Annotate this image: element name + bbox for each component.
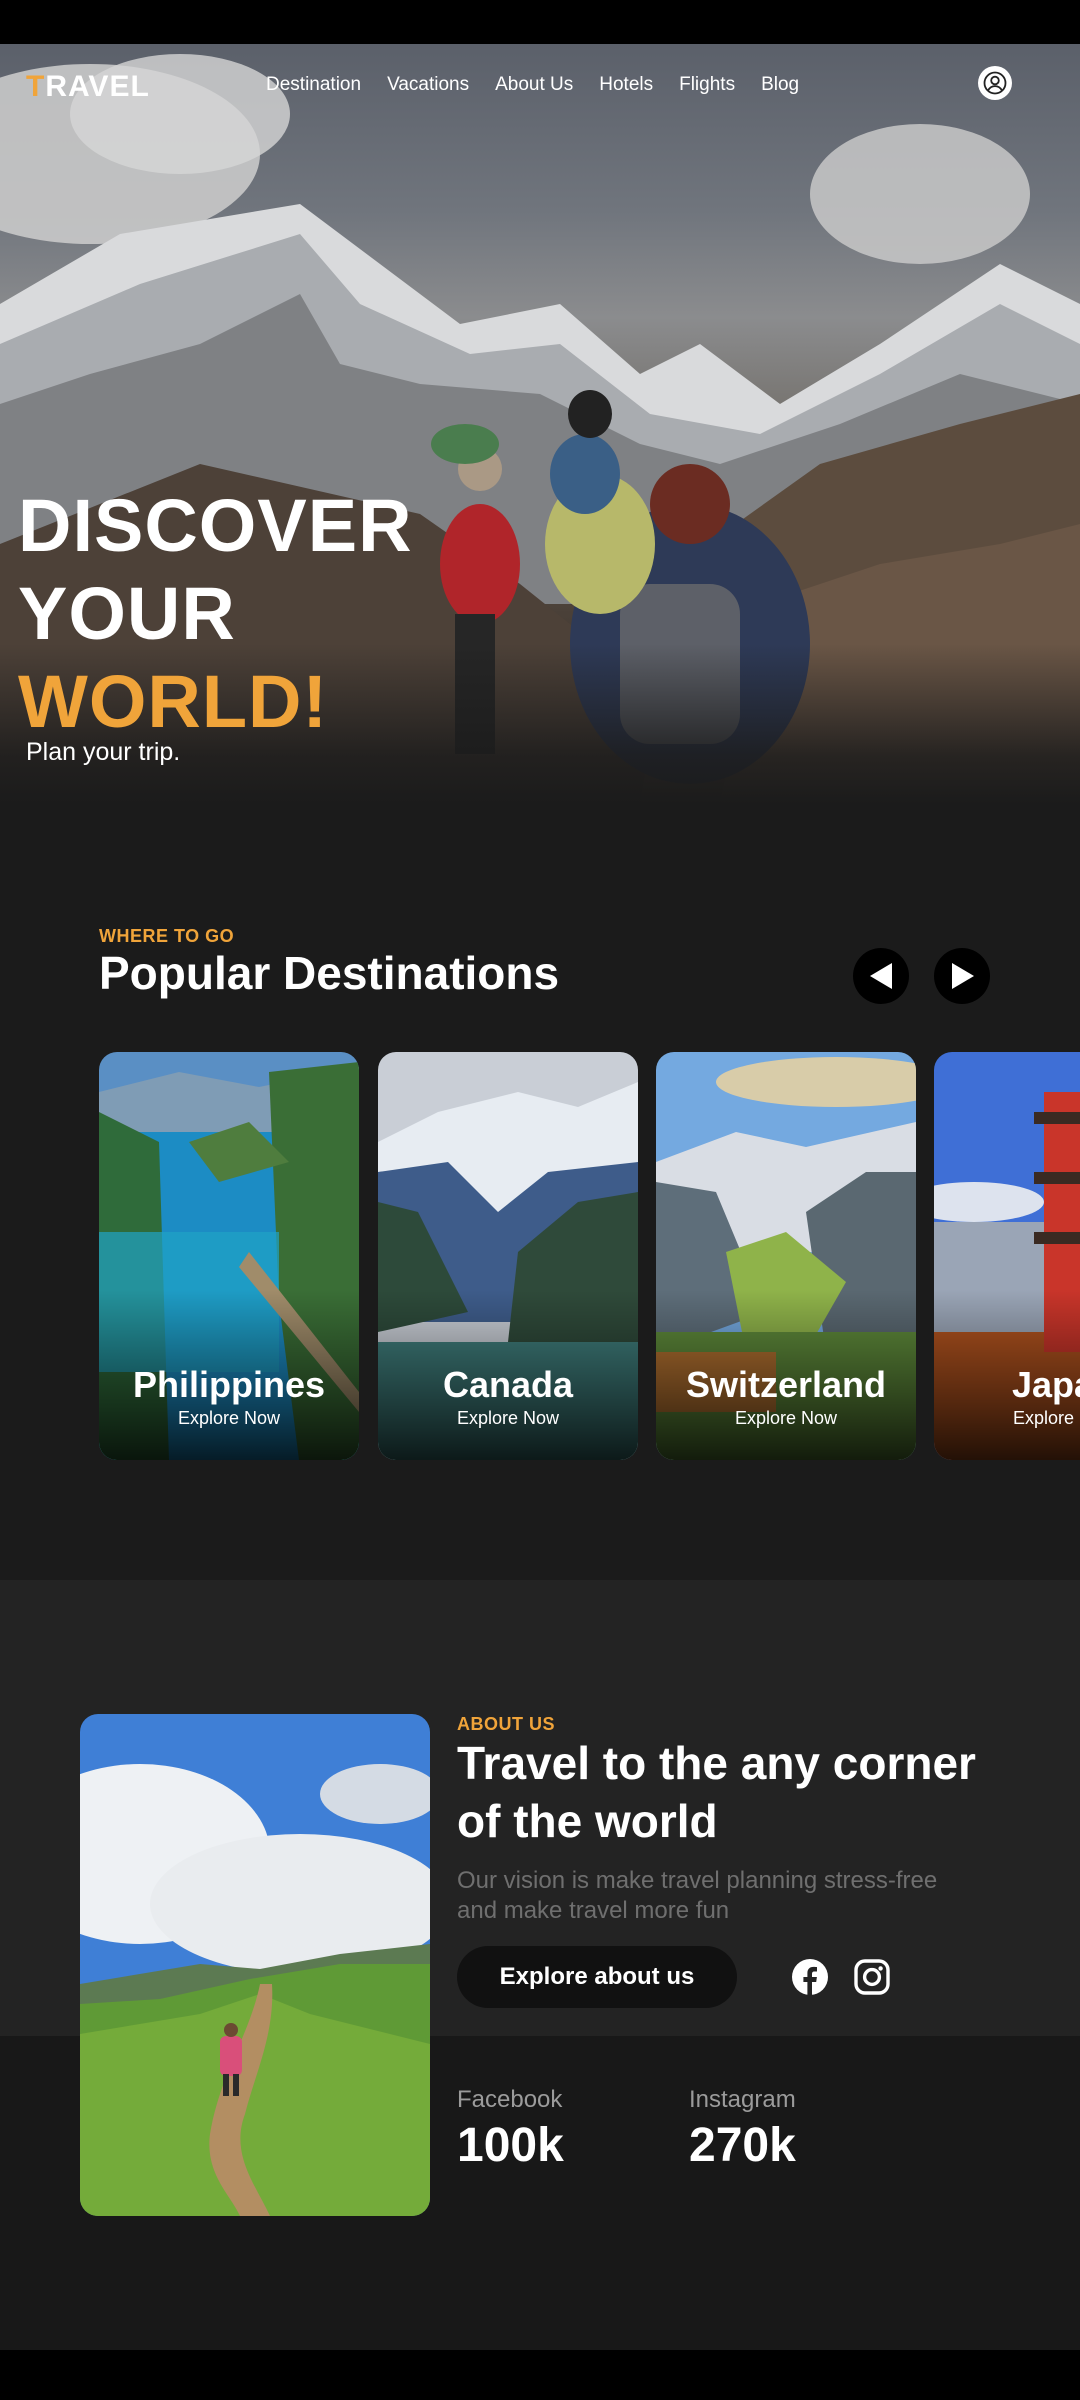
arrow-left-icon: [870, 963, 892, 989]
nav-flights[interactable]: Flights: [679, 74, 735, 96]
status-bar: [0, 0, 1080, 44]
stat-value: 270k: [689, 2119, 796, 2172]
hero-subtitle: Plan your trip.: [26, 738, 181, 766]
user-circle-icon: [983, 71, 1007, 95]
stat-instagram: Instagram 270k: [689, 2086, 796, 2173]
card-title: Canada: [442, 1364, 574, 1405]
popular-destinations-section: WHERE TO GO Popular Destinations Philipp…: [0, 804, 1080, 1580]
stat-value: 100k: [457, 2119, 564, 2172]
card-explore-link[interactable]: Explore Now: [656, 1408, 916, 1429]
nav-about-us[interactable]: About Us: [495, 74, 573, 96]
stat-label: Facebook: [457, 2086, 563, 2113]
destination-card-canada[interactable]: Canada Explore Now: [378, 1052, 638, 1460]
carousel-prev-button[interactable]: [853, 948, 909, 1004]
main-nav: Destination Vacations About Us Hotels Fl…: [266, 74, 799, 96]
card-explore-link[interactable]: Explore Now: [378, 1408, 638, 1429]
explore-about-button[interactable]: Explore about us: [457, 1946, 737, 2008]
hero-line-2: YOUR: [18, 572, 236, 655]
arrow-right-icon: [952, 963, 974, 989]
user-account-button[interactable]: [978, 66, 1012, 100]
about-description: Our vision is make travel planning stres…: [457, 1867, 938, 1924]
nav-vacations[interactable]: Vacations: [387, 74, 469, 96]
facebook-icon: [792, 1959, 828, 1995]
hero-line-3: WORLD!: [18, 660, 329, 743]
hiker-trail-image: [80, 1714, 430, 2216]
card-title: Philippines: [132, 1364, 326, 1405]
logo-accent-letter: T: [26, 70, 46, 103]
nav-blog[interactable]: Blog: [761, 74, 799, 96]
hero-section: TRAVEL Destination Vacations About Us Ho…: [0, 44, 1080, 804]
brand-logo[interactable]: TRAVEL: [26, 70, 150, 104]
stat-facebook: Facebook 100k: [457, 2086, 564, 2173]
section-title: Popular Destinations: [99, 947, 560, 999]
about-title: Travel to the any corner of the world: [457, 1737, 976, 1847]
about-eyebrow: ABOUT US: [457, 1714, 555, 1734]
carousel-next-button[interactable]: [934, 948, 990, 1004]
instagram-icon: [854, 1959, 890, 1995]
stat-label: Instagram: [689, 2086, 796, 2113]
nav-hotels[interactable]: Hotels: [599, 74, 653, 96]
card-title: Japan: [1011, 1364, 1080, 1405]
destination-card-philippines[interactable]: Philippines Explore Now: [99, 1052, 359, 1460]
destination-card-japan[interactable]: Japan Explore Now: [934, 1052, 1080, 1460]
about-image: [80, 1714, 430, 2216]
hero-headline: DISCOVER YOUR WORLD!: [18, 482, 413, 746]
card-explore-link[interactable]: Explore Now: [934, 1408, 1080, 1429]
destination-card-switzerland[interactable]: Switzerland Explore Now: [656, 1052, 916, 1460]
nav-destination[interactable]: Destination: [266, 74, 361, 96]
card-title: Switzerland: [685, 1364, 887, 1405]
instagram-link[interactable]: [853, 1958, 891, 1996]
facebook-link[interactable]: [791, 1958, 829, 1996]
hero-line-1: DISCOVER: [18, 484, 413, 567]
card-explore-link[interactable]: Explore Now: [99, 1408, 359, 1429]
logo-text: RAVEL: [45, 70, 150, 103]
navigation-bar: [0, 2350, 1080, 2400]
section-eyebrow: WHERE TO GO: [99, 926, 235, 946]
